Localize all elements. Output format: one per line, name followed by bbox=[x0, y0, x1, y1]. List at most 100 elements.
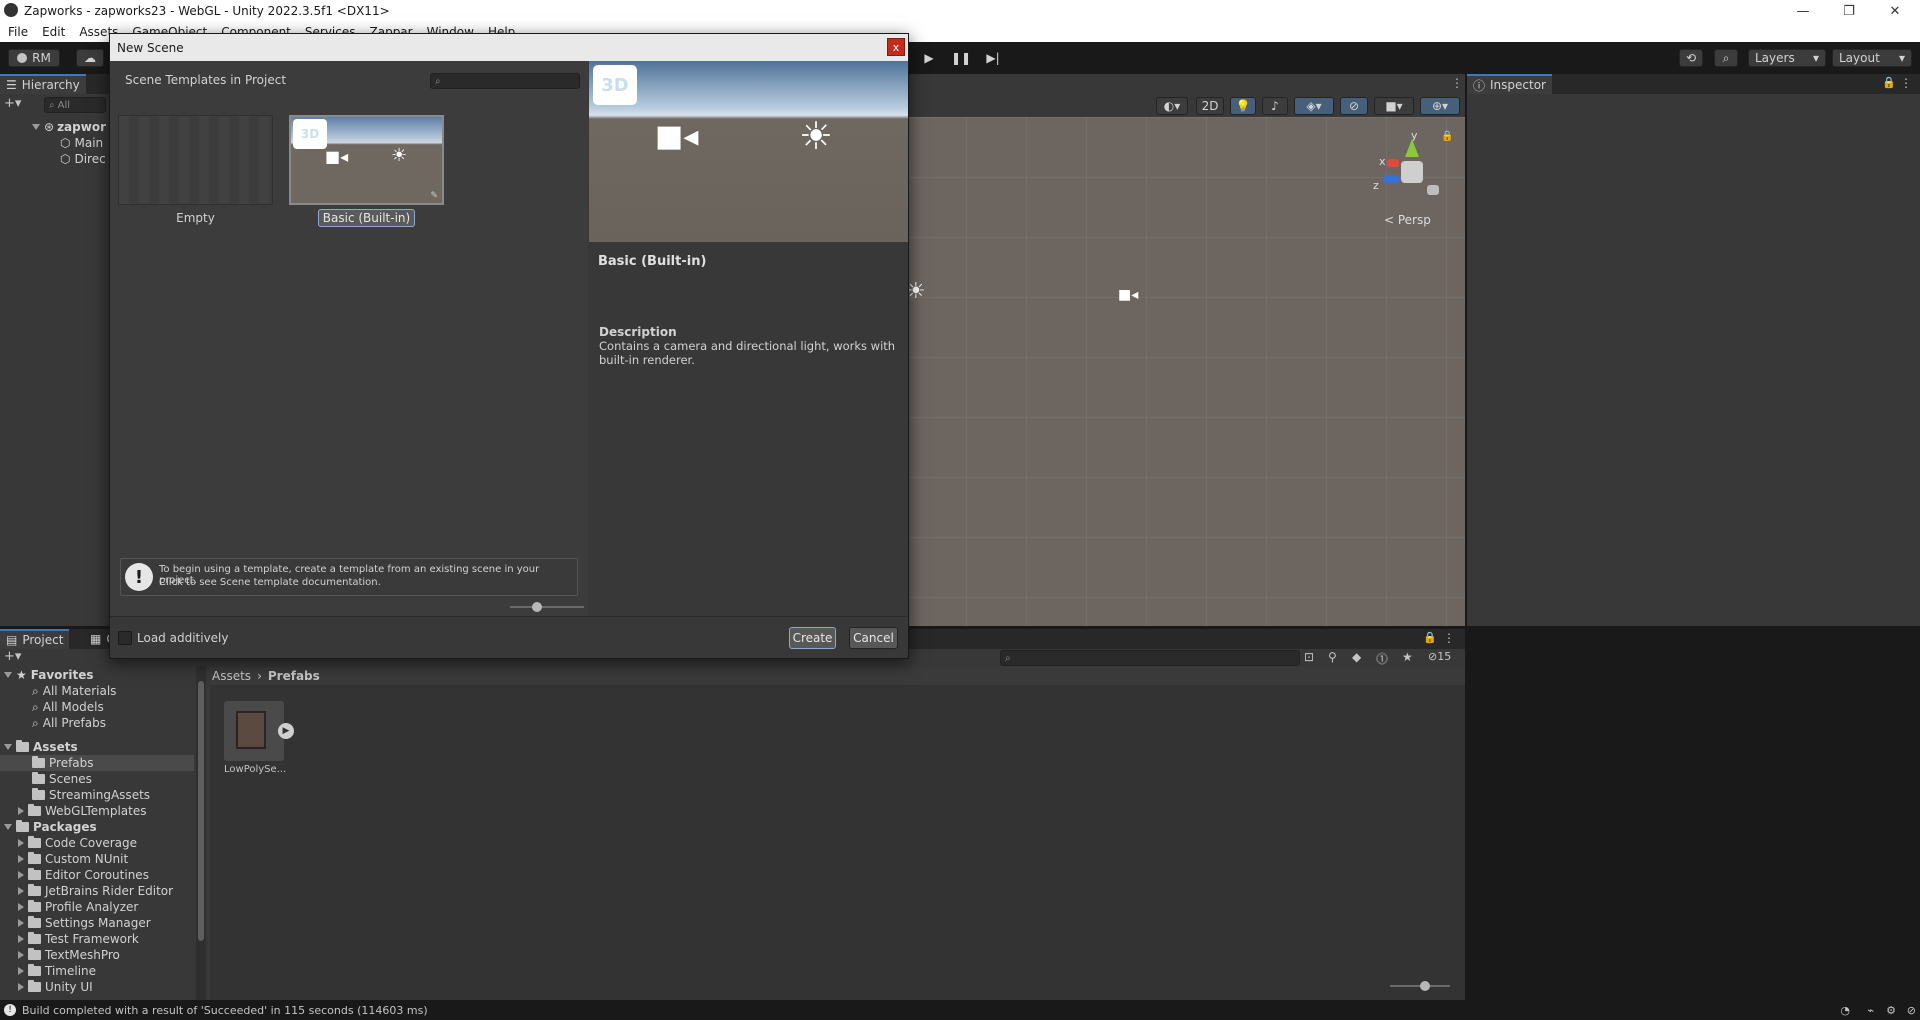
filter-by-label-icon[interactable]: ⚲ bbox=[1328, 650, 1337, 664]
favorites-item[interactable]: ⌕ All Models bbox=[32, 699, 104, 715]
play-button[interactable]: ▶ bbox=[918, 49, 940, 67]
create-button[interactable]: Create bbox=[789, 627, 836, 649]
package-item[interactable]: Custom NUnit bbox=[18, 851, 128, 867]
tag-icon[interactable]: ◆ bbox=[1352, 650, 1361, 664]
speaker-icon: ♪ bbox=[1271, 99, 1279, 113]
package-item[interactable]: TextMeshPro bbox=[18, 947, 120, 963]
lock-icon[interactable]: 🔒 bbox=[1441, 131, 1453, 142]
package-item[interactable]: JetBrains Rider Editor bbox=[18, 883, 173, 899]
lock-icon[interactable]: 🔒 bbox=[1423, 631, 1437, 644]
mode-2d-toggle[interactable]: 2D bbox=[1196, 97, 1224, 115]
slider-thumb[interactable] bbox=[532, 602, 542, 612]
network-icon[interactable]: ⌁ bbox=[1867, 1004, 1874, 1017]
package-item[interactable]: Timeline bbox=[18, 963, 96, 979]
folder-tree-scrollbar[interactable] bbox=[196, 667, 206, 1000]
tab-inspector[interactable]: ⓘ Inspector bbox=[1467, 74, 1552, 94]
axis-x-cone-icon bbox=[1387, 159, 1399, 167]
template-label-basic-wrap[interactable]: Basic (Built-in) bbox=[289, 209, 444, 227]
hierarchy-item-directional-light[interactable]: ⬡ Direc bbox=[60, 151, 106, 167]
folder-item-scenes[interactable]: Scenes bbox=[32, 771, 92, 787]
slider-thumb[interactable] bbox=[1420, 981, 1430, 991]
load-additively-checkbox[interactable] bbox=[118, 631, 132, 645]
restore-button[interactable]: ❐ bbox=[1826, 0, 1872, 22]
search-button[interactable]: ⌕ bbox=[1714, 49, 1738, 67]
step-button[interactable]: ▶| bbox=[982, 49, 1004, 67]
scrollbar-thumb[interactable] bbox=[198, 681, 204, 941]
pause-button[interactable]: ❚❚ bbox=[950, 49, 972, 67]
debug-icon[interactable]: ⚙ bbox=[1886, 1004, 1896, 1017]
status-text[interactable]: Build completed with a result of 'Succee… bbox=[22, 1004, 428, 1017]
project-search-input[interactable]: ⌕ bbox=[1000, 650, 1300, 666]
search-by-type-icon[interactable]: ⊡ bbox=[1304, 650, 1314, 664]
folder-item-prefabs[interactable]: Prefabs bbox=[0, 755, 194, 771]
info-text-line2[interactable]: Click to see Scene template documentatio… bbox=[159, 577, 381, 588]
menu-file[interactable]: File bbox=[8, 25, 28, 39]
hidden-packages-toggle[interactable]: ⊘15 bbox=[1428, 650, 1451, 663]
package-item[interactable]: Settings Manager bbox=[18, 915, 151, 931]
more-options-icon[interactable]: ⋮ bbox=[1443, 631, 1455, 645]
more-options-icon[interactable]: ⋮ bbox=[1900, 76, 1912, 90]
camera-settings-dropdown[interactable]: ■▾ bbox=[1374, 97, 1414, 115]
dialog-close-button[interactable]: x bbox=[887, 38, 905, 56]
warning-icon[interactable]: ⓵ bbox=[1376, 650, 1388, 667]
hierarchy-search-input[interactable]: ⌕ All bbox=[44, 97, 106, 113]
account-button[interactable]: RM bbox=[8, 49, 60, 67]
create-plus-icon[interactable]: +▾ bbox=[4, 649, 21, 664]
progress-icon[interactable]: ◔ bbox=[1840, 1004, 1850, 1017]
package-item[interactable]: Code Coverage bbox=[18, 835, 137, 851]
minimize-button[interactable]: — bbox=[1780, 0, 1826, 22]
favorites-item[interactable]: ⌕ All Prefabs bbox=[32, 715, 106, 731]
close-window-button[interactable]: ✕ bbox=[1872, 0, 1918, 22]
folder-item-webgltemplates[interactable]: WebGLTemplates bbox=[18, 803, 147, 819]
load-additively-label[interactable]: Load additively bbox=[137, 631, 228, 645]
template-size-slider[interactable] bbox=[510, 602, 584, 612]
templates-search-input[interactable]: ⌕ bbox=[430, 73, 580, 89]
folder-item-streamingassets[interactable]: StreamingAssets bbox=[32, 787, 150, 803]
assets-header[interactable]: Assets bbox=[4, 739, 78, 755]
projection-toggle[interactable]: < Persp bbox=[1384, 213, 1431, 227]
play-icon[interactable]: ▶ bbox=[278, 723, 294, 739]
cloud-button[interactable]: ☁ bbox=[76, 49, 104, 67]
asset-thumbnail[interactable]: ▶ bbox=[224, 701, 294, 761]
package-item[interactable]: Profile Analyzer bbox=[18, 899, 138, 915]
scene-view[interactable]: ☀ ■◂ y x z 🔒 < Persp bbox=[906, 117, 1465, 626]
thumbnail-size-slider[interactable] bbox=[1390, 981, 1450, 991]
shading-mode-dropdown[interactable]: ◐▾ bbox=[1156, 97, 1188, 115]
lighting-toggle[interactable]: 💡 bbox=[1230, 97, 1256, 115]
packages-header[interactable]: Packages bbox=[4, 819, 97, 835]
effects-dropdown[interactable]: ◈▾ bbox=[1294, 97, 1334, 115]
more-options-icon[interactable]: ⋮ bbox=[1451, 76, 1463, 90]
package-item[interactable]: Editor Coroutines bbox=[18, 867, 149, 883]
create-plus-icon[interactable]: +▾ bbox=[4, 96, 21, 111]
favorites-header[interactable]: ★ Favorites bbox=[4, 667, 93, 683]
lock-icon[interactable]: 🔒 bbox=[1882, 76, 1896, 89]
favorites-item[interactable]: ⌕ All Materials bbox=[32, 683, 116, 699]
gizmos-dropdown[interactable]: ⊕▾ bbox=[1420, 97, 1460, 115]
hierarchy-scene-root[interactable]: ⊛ zapwor bbox=[32, 119, 106, 135]
template-thumb-basic[interactable]: 3D ■◂ ☀ ✎ bbox=[289, 115, 444, 205]
cancel-button[interactable]: Cancel bbox=[849, 627, 898, 649]
package-item[interactable]: Test Framework bbox=[18, 931, 139, 947]
breadcrumb-assets[interactable]: Assets bbox=[212, 669, 251, 683]
info-box[interactable]: ! To begin using a template, create a te… bbox=[120, 558, 578, 596]
template-thumb-empty[interactable] bbox=[118, 115, 273, 205]
package-item-label: JetBrains Rider Editor bbox=[45, 884, 174, 898]
breadcrumb-prefabs[interactable]: Prefabs bbox=[268, 669, 320, 683]
axis-z-cone-icon bbox=[1383, 175, 1399, 183]
audio-toggle[interactable]: ♪ bbox=[1262, 97, 1288, 115]
menu-edit[interactable]: Edit bbox=[42, 25, 65, 39]
camera-gizmo-icon[interactable]: ■◂ bbox=[1118, 287, 1138, 303]
template-label-empty[interactable]: Empty bbox=[118, 211, 273, 225]
package-item[interactable]: Unity UI bbox=[18, 979, 93, 995]
hierarchy-item-main-camera[interactable]: ⬡ Main bbox=[60, 135, 103, 151]
star-icon[interactable]: ★ bbox=[1402, 650, 1413, 664]
hidden-objects-toggle[interactable]: ⊘ bbox=[1340, 97, 1368, 115]
tab-project[interactable]: ▤ Project bbox=[0, 629, 70, 649]
history-button[interactable]: ⟲ bbox=[1679, 49, 1703, 67]
folder-icon bbox=[28, 884, 41, 896]
layout-dropdown[interactable]: Layout ▾ bbox=[1832, 49, 1912, 67]
orientation-gizmo[interactable]: y x z 🔒 bbox=[1371, 129, 1453, 209]
tab-hierarchy[interactable]: ☰ Hierarchy bbox=[0, 74, 86, 94]
layers-dropdown[interactable]: Layers ▾ bbox=[1748, 49, 1826, 67]
cache-icon[interactable]: ⊘ bbox=[1907, 1004, 1916, 1017]
